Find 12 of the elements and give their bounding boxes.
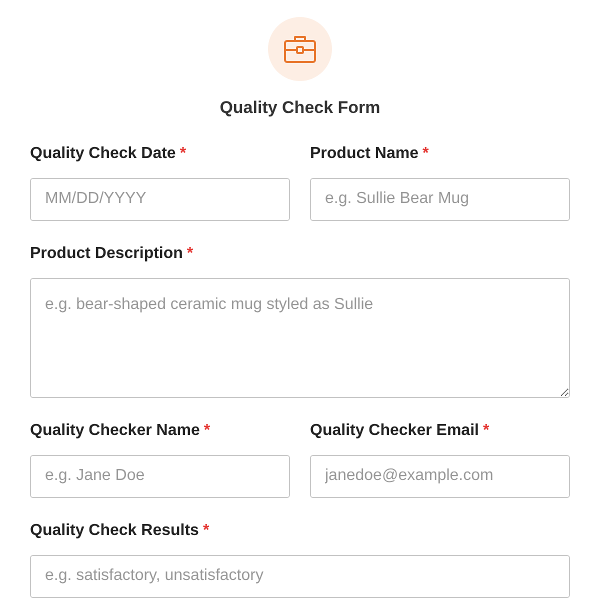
- field-label: Product Description *: [30, 244, 194, 264]
- input-field[interactable]: e.g. Sullie Bear Mug: [310, 178, 570, 220]
- input-field[interactable]: MM/DD/YYYY: [30, 178, 290, 220]
- field-label: Quality Check Date *: [30, 144, 188, 164]
- form-title: Quality Check Form: [220, 97, 380, 119]
- field-label: Quality Checker Name *: [30, 420, 212, 440]
- field-label: Product Name *: [310, 144, 430, 164]
- field-label: Quality Checker Email *: [310, 420, 490, 440]
- textarea-field[interactable]: e.g. bear-shaped ceramic mug styled as Sullie: [30, 278, 570, 398]
- input-field[interactable]: e.g. Jane Doe: [30, 454, 290, 498]
- input-field[interactable]: e.g. satisfactory, unsatisfactory: [30, 554, 570, 598]
- field-label: Quality Check Results *: [30, 520, 210, 540]
